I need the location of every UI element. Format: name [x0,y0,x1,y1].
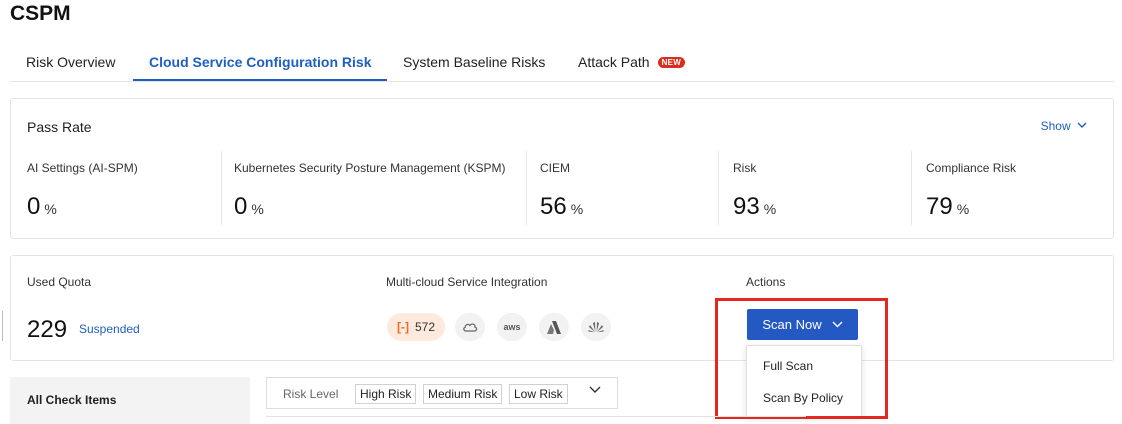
used-quota-value: 229 [27,316,68,343]
filter-label: Risk Level [283,387,339,401]
huawei-icon [588,322,604,333]
filter-tag-low-risk[interactable]: Low Risk [509,384,568,404]
metric-compliance-risk: Compliance Risk 79% [911,151,1101,225]
integration-label: Multi-cloud Service Integration [386,275,548,289]
menu-item-full-scan[interactable]: Full Scan [763,359,813,373]
alibaba-cloud-count: 572 [414,320,436,334]
aws-icon: aws [503,322,521,332]
metric-label: Kubernetes Security Posture Management (… [234,161,506,175]
tab-attack-path[interactable]: Attack Path NEW [578,54,686,70]
suspended-link[interactable]: Suspended [79,322,140,336]
huawei-chip[interactable] [581,313,611,341]
tab-bar: Risk Overview Cloud Service Configuratio… [10,44,1114,82]
metric-kspm: Kubernetes Security Posture Management (… [221,151,526,225]
metric-value: 56% [540,193,584,220]
tab-risk-overview[interactable]: Risk Overview [26,54,115,70]
filter-tag-high-risk[interactable]: High Risk [355,384,417,404]
tab-cloud-service-configuration-risk[interactable]: Cloud Service Configuration Risk [149,54,371,70]
scroll-edge [0,311,3,341]
risk-level-filter[interactable]: Risk Level High Risk Medium Risk Low Ris… [266,377,618,409]
check-items-panel: All Check Items [10,377,250,424]
chevron-down-icon [832,321,843,328]
new-badge: NEW [657,57,686,68]
metric-value: 0% [234,193,264,220]
cloud-chip[interactable] [455,313,485,341]
metric-label: Risk [733,161,757,175]
chevron-down-icon[interactable] [589,386,601,394]
filter-tag-medium-risk[interactable]: Medium Risk [423,384,503,404]
alibaba-cloud-chip[interactable]: [-] 572 [387,313,445,341]
tab-system-baseline-risks[interactable]: System Baseline Risks [403,54,545,70]
metric-label: Compliance Risk [926,161,1017,175]
metric-label: CIEM [540,161,570,175]
metric-value: 93% [733,193,777,220]
active-tab-indicator [133,79,387,81]
used-quota-label: Used Quota [27,275,92,289]
chevron-down-icon [1077,122,1087,128]
menu-item-scan-by-policy[interactable]: Scan By Policy [763,391,843,405]
metric-ai-spm: AI Settings (AI-SPM) 0% [27,151,217,225]
scan-now-label: Scan Now [762,317,822,332]
show-label: Show [1040,119,1071,133]
azure-chip[interactable] [539,313,569,341]
cloud-icon [463,323,478,332]
tab-attack-path-label: Attack Path [578,54,650,70]
quota-card: Used Quota 229 Suspended Multi-cloud Ser… [10,255,1114,361]
metric-ciem: CIEM 56% [526,151,718,225]
metric-label: AI Settings (AI-SPM) [27,161,138,175]
azure-icon [547,320,561,334]
aws-chip[interactable]: aws [497,313,527,341]
table-header [266,416,806,424]
scan-now-button[interactable]: Scan Now [747,309,858,340]
pass-rate-card: Pass Rate Show AI Settings (AI-SPM) 0% K… [10,98,1114,239]
scan-dropdown-menu: Full Scan Scan By Policy [746,345,862,417]
alibaba-cloud-icon: [-] [396,320,409,334]
actions-label: Actions [746,275,786,289]
pass-rate-title: Pass Rate [27,119,92,135]
show-toggle[interactable]: Show [1041,119,1087,133]
metric-risk: Risk 93% [718,151,910,225]
metric-value: 0% [27,193,57,220]
metric-value: 79% [926,193,970,220]
all-check-items[interactable]: All Check Items [27,393,116,407]
page-title: CSPM [10,2,71,25]
